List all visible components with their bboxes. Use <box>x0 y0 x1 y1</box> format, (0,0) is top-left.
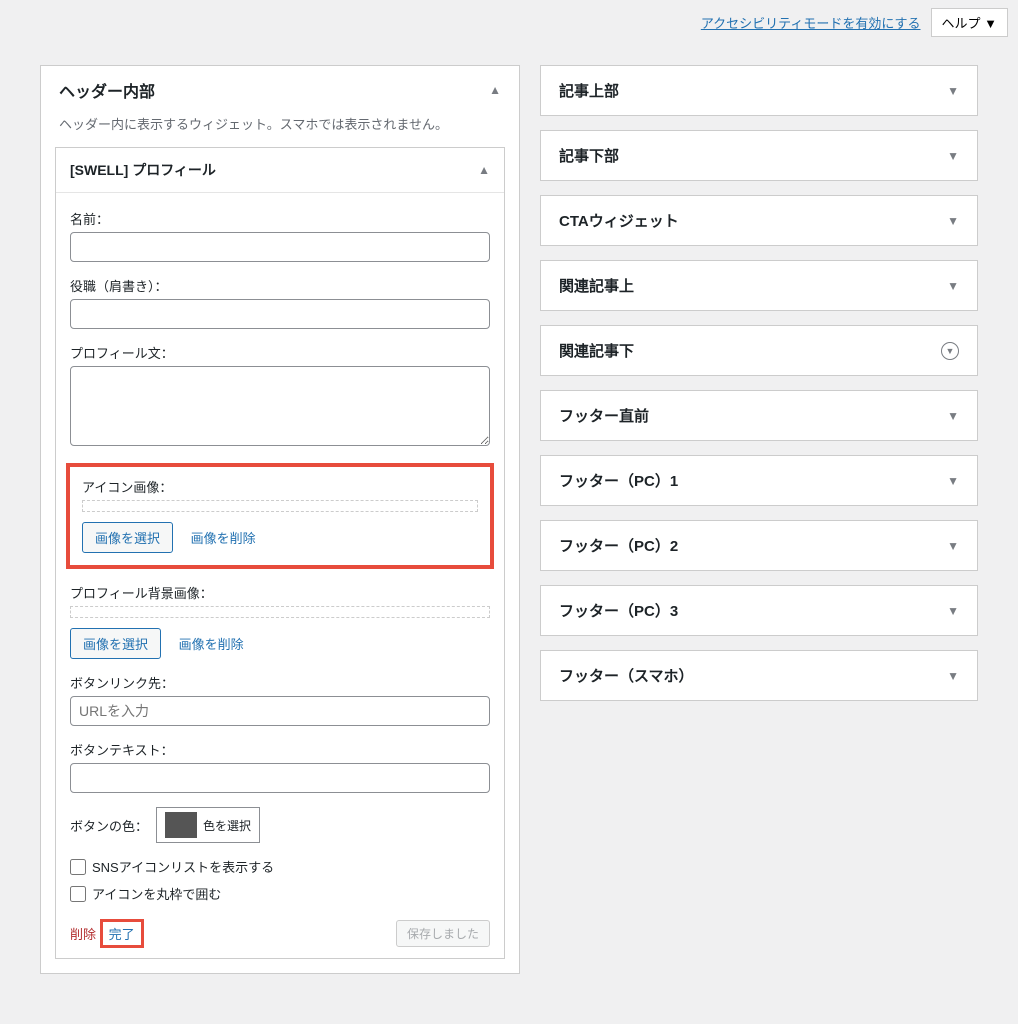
round-icon-checkbox-label: アイコンを丸枠で囲む <box>92 884 221 903</box>
button-link-label: ボタンリンク先： <box>70 673 490 692</box>
widget-area-item: 記事下部 <box>540 130 978 181</box>
position-label: 役職（肩書き）： <box>70 276 490 295</box>
icon-image-dropzone[interactable] <box>82 500 478 512</box>
caret-down-icon <box>947 474 959 488</box>
color-picker-button[interactable]: 色を選択 <box>156 807 260 843</box>
name-input[interactable] <box>70 232 490 262</box>
widget-body: 名前： 役職（肩書き）： プロフィール文： アイコン画像： 画 <box>56 193 504 958</box>
button-color-label: ボタンの色： <box>70 816 148 835</box>
widget-area-item: フッター（PC）3 <box>540 585 978 636</box>
widget-area-title: フッター（スマホ） <box>559 665 694 686</box>
delete-bg-image-link[interactable]: 画像を削除 <box>179 637 244 652</box>
bg-image-dropzone[interactable] <box>70 606 490 618</box>
button-text-input[interactable] <box>70 763 490 793</box>
color-swatch-icon <box>165 812 197 838</box>
panel-description: ヘッダー内に表示するウィジェット。スマホでは表示されません。 <box>41 114 519 147</box>
done-link[interactable]: 完了 <box>109 927 135 942</box>
widget-area-header[interactable]: フッター（PC）3 <box>541 586 977 635</box>
widget-area-item: フッター（スマホ） <box>540 650 978 701</box>
sns-checkbox-row: SNSアイコンリストを表示する <box>70 857 490 876</box>
caret-down-icon <box>947 409 959 423</box>
widget-area-title: フッター（PC）1 <box>559 470 678 491</box>
widget-area-title: フッター直前 <box>559 405 649 426</box>
saved-button: 保存しました <box>396 920 490 947</box>
widget-area-item: 関連記事下 ▼ <box>540 325 978 376</box>
button-text-label: ボタンテキスト： <box>70 740 490 759</box>
widget-area-item: フッター（PC）1 <box>540 455 978 506</box>
widget-area-title: フッター（PC）3 <box>559 600 678 621</box>
profile-text-input[interactable] <box>70 366 490 446</box>
profile-text-label: プロフィール文： <box>70 343 490 362</box>
widget-area-title: 関連記事下 <box>559 340 634 361</box>
widget-area-title: 記事下部 <box>559 145 619 166</box>
panel-header[interactable]: ヘッダー内部 <box>41 66 519 114</box>
name-label: 名前： <box>70 209 490 228</box>
right-column: 記事上部記事下部 CTAウィジェット関連記事上関連記事下 ▼ フッター直前フッター（P… <box>540 65 978 715</box>
select-image-button[interactable]: 画像を選択 <box>82 522 173 553</box>
caret-circle-icon: ▼ <box>941 342 959 360</box>
sns-checkbox[interactable] <box>70 859 86 875</box>
round-icon-checkbox-row: アイコンを丸枠で囲む <box>70 884 490 903</box>
position-input[interactable] <box>70 299 490 329</box>
caret-down-icon <box>947 669 959 683</box>
widget-footer: 削除 完了 保存しました <box>70 911 490 948</box>
select-bg-image-button[interactable]: 画像を選択 <box>70 628 161 659</box>
widget-area-item: 記事上部 <box>540 65 978 116</box>
widget-title: [SWELL] プロフィール <box>70 160 216 180</box>
widget-area-item: フッター直前 <box>540 390 978 441</box>
caret-down-icon <box>947 214 959 228</box>
top-bar: アクセシビリティモードを有効にする ヘルプ ▼ <box>0 0 1018 45</box>
button-link-input[interactable] <box>70 696 490 726</box>
caret-down-icon <box>947 149 959 163</box>
widget-area-header[interactable]: 記事下部 <box>541 131 977 180</box>
swell-profile-widget: [SWELL] プロフィール 名前： 役職（肩書き）： プロフィール文： <box>55 147 505 959</box>
widget-area-header[interactable]: フッター（PC）2 <box>541 521 977 570</box>
help-button[interactable]: ヘルプ ▼ <box>931 8 1008 37</box>
caret-down-icon <box>947 84 959 98</box>
widget-area-title: CTAウィジェット <box>559 210 679 231</box>
caret-down-icon <box>947 279 959 293</box>
widget-area-header[interactable]: 関連記事下 ▼ <box>541 326 977 375</box>
widget-area-title: 関連記事上 <box>559 275 634 296</box>
round-icon-checkbox[interactable] <box>70 886 86 902</box>
accessibility-mode-link[interactable]: アクセシビリティモードを有効にする <box>701 13 921 32</box>
widget-area-item: 関連記事上 <box>540 260 978 311</box>
delete-image-link[interactable]: 画像を削除 <box>191 531 256 546</box>
collapse-up-icon <box>478 163 490 177</box>
icon-image-label: アイコン画像： <box>82 477 478 496</box>
icon-image-highlight: アイコン画像： 画像を選択 画像を削除 <box>66 463 494 569</box>
caret-down-icon <box>947 604 959 618</box>
widget-area-header[interactable]: 記事上部 <box>541 66 977 115</box>
caret-down-icon <box>947 539 959 553</box>
widget-area-item: CTAウィジェット <box>540 195 978 246</box>
select-color-label: 色を選択 <box>203 817 251 834</box>
main-wrap: ヘッダー内部 ヘッダー内に表示するウィジェット。スマホでは表示されません。 [S… <box>0 45 1018 1004</box>
collapse-up-icon <box>489 83 501 97</box>
sns-checkbox-label: SNSアイコンリストを表示する <box>92 857 274 876</box>
delete-widget-link[interactable]: 削除 <box>70 927 96 942</box>
position-field-group: 役職（肩書き）： <box>70 276 490 329</box>
widget-area-title: フッター（PC）2 <box>559 535 678 556</box>
button-text-field-group: ボタンテキスト： <box>70 740 490 793</box>
widget-area-header[interactable]: 関連記事上 <box>541 261 977 310</box>
header-inner-panel: ヘッダー内部 ヘッダー内に表示するウィジェット。スマホでは表示されません。 [S… <box>40 65 520 974</box>
widget-area-title: 記事上部 <box>559 80 619 101</box>
button-color-field-group: ボタンの色： 色を選択 <box>70 807 490 843</box>
widget-area-item: フッター（PC）2 <box>540 520 978 571</box>
widget-area-header[interactable]: フッター（スマホ） <box>541 651 977 700</box>
left-column: ヘッダー内部 ヘッダー内に表示するウィジェット。スマホでは表示されません。 [S… <box>40 65 520 984</box>
widget-area-header[interactable]: フッター直前 <box>541 391 977 440</box>
widget-area-header[interactable]: フッター（PC）1 <box>541 456 977 505</box>
widget-header[interactable]: [SWELL] プロフィール <box>56 148 504 193</box>
panel-title: ヘッダー内部 <box>59 78 155 102</box>
profile-text-field-group: プロフィール文： <box>70 343 490 449</box>
name-field-group: 名前： <box>70 209 490 262</box>
widget-area-header[interactable]: CTAウィジェット <box>541 196 977 245</box>
button-link-field-group: ボタンリンク先： <box>70 673 490 726</box>
bg-image-label: プロフィール背景画像： <box>70 583 490 602</box>
bg-image-field-group: プロフィール背景画像： 画像を選択 画像を削除 <box>70 583 490 659</box>
done-highlight-box: 完了 <box>100 919 144 948</box>
